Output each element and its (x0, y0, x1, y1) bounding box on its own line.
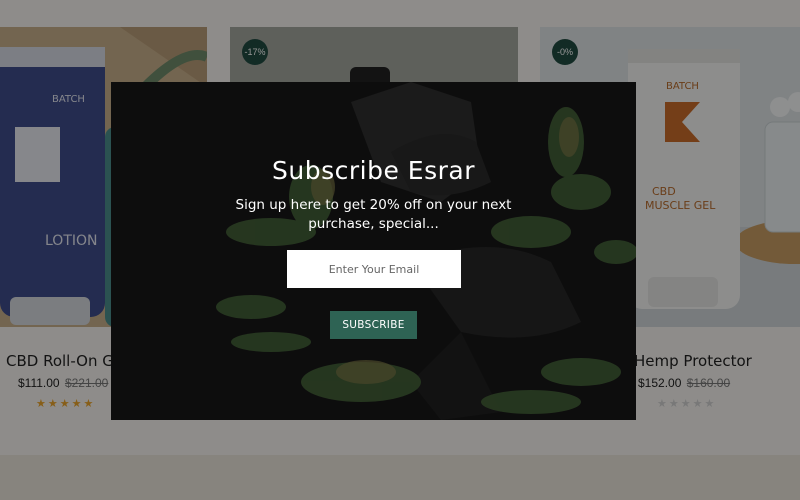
subscribe-popup: Subscribe Esrar Sign up here to get 20% … (111, 82, 636, 420)
email-input[interactable] (287, 250, 461, 288)
popup-title: Subscribe Esrar (272, 156, 475, 185)
popup-subtitle: Sign up here to get 20% off on your next… (235, 197, 512, 232)
subscribe-button[interactable]: SUBSCRIBE (330, 311, 417, 339)
popup-content: Subscribe Esrar Sign up here to get 20% … (111, 82, 636, 420)
